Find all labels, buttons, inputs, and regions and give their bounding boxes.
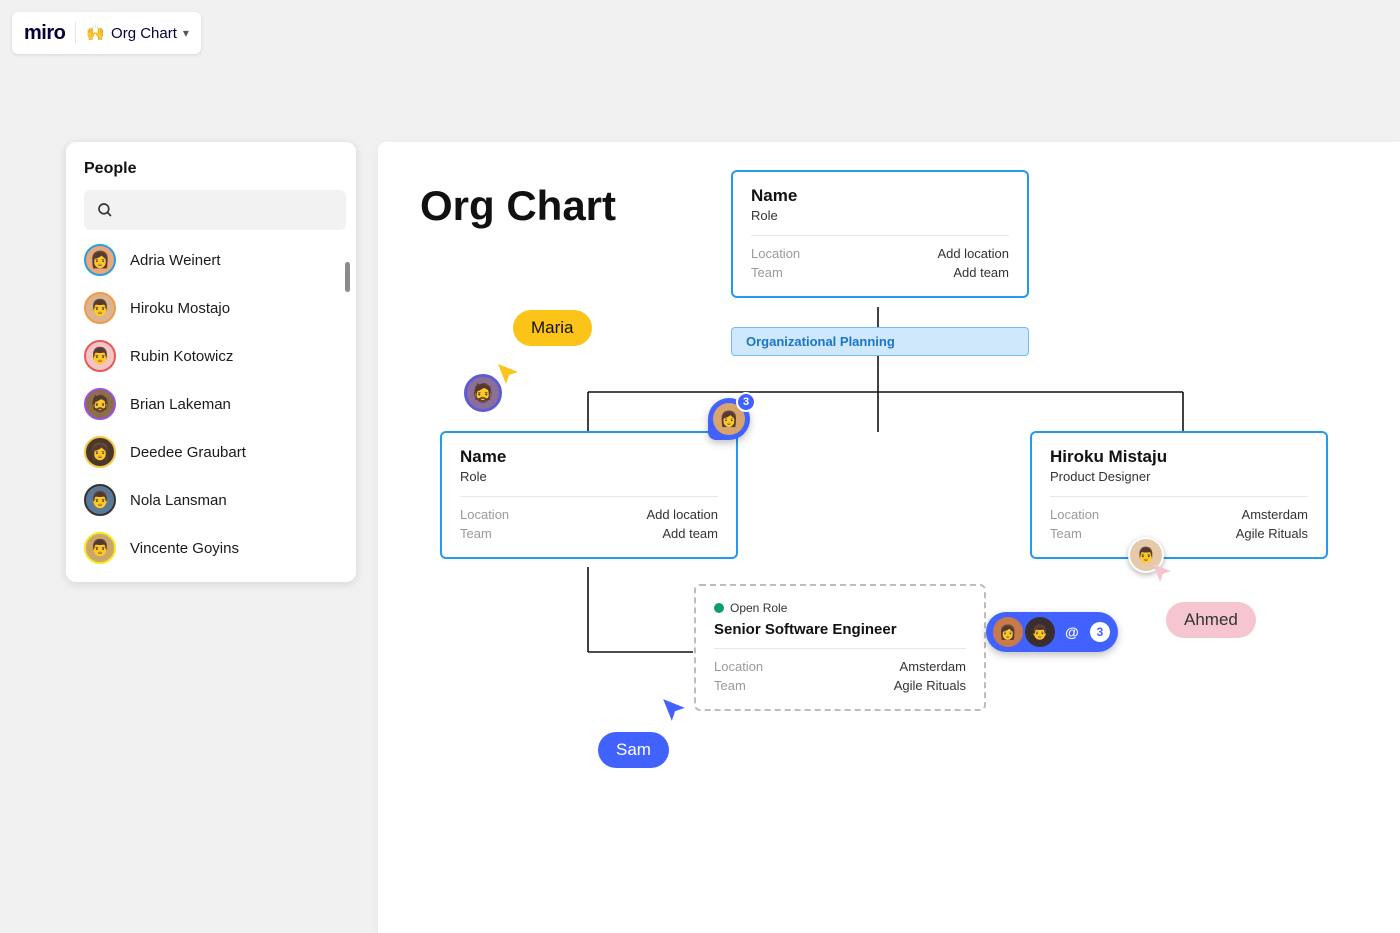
organizational-planning-chip[interactable]: Organizational Planning	[731, 327, 1029, 356]
org-card-location-row: Location Amsterdam	[714, 659, 966, 674]
header-divider	[75, 22, 76, 44]
org-card-name[interactable]: Name	[751, 186, 1009, 206]
person-row[interactable]: 👨 Nola Lansman	[84, 484, 346, 516]
org-card-name[interactable]: Name	[460, 447, 718, 467]
avatar: 👩	[84, 244, 116, 276]
person-name: Deedee Graubart	[130, 444, 246, 461]
search-icon	[96, 201, 114, 219]
org-card-location-value[interactable]: Amsterdam	[900, 659, 966, 674]
org-card-location-label: Location	[460, 507, 509, 522]
org-card-team-value[interactable]: Add team	[953, 265, 1009, 280]
org-card-team-row: Team Agile Rituals	[714, 678, 966, 693]
org-card-location-row: Location Add location	[751, 246, 1009, 261]
comment-author-avatar: 👩	[993, 617, 1023, 647]
open-role-badge: Open Role	[714, 601, 787, 615]
person-row[interactable]: 👩 Adria Weinert	[84, 244, 346, 276]
org-card-separator	[751, 235, 1009, 236]
scrollbar-thumb[interactable]	[345, 262, 350, 292]
org-card-role[interactable]: Role	[751, 208, 1009, 223]
cursor-pointer-icon	[661, 697, 687, 723]
open-role-label: Open Role	[730, 601, 787, 615]
cursor-pointer-icon	[1151, 562, 1173, 584]
org-card-team-label: Team	[460, 526, 492, 541]
board-emoji: 🙌	[86, 24, 105, 42]
org-card-name[interactable]: Hiroku Mistaju	[1050, 447, 1308, 467]
org-card-location-label: Location	[714, 659, 763, 674]
comment-author-avatar: 👨	[1025, 617, 1055, 647]
avatar: 👩	[84, 436, 116, 468]
people-list: 👩 Adria Weinert 👨 Hiroku Mostajo 👨 Rubin…	[84, 244, 346, 564]
canvas-title[interactable]: Org Chart	[420, 182, 616, 230]
open-role-dot-icon	[714, 603, 724, 613]
avatar: 👨	[84, 484, 116, 516]
org-card-location-value[interactable]: Add location	[937, 246, 1009, 261]
org-card-team-label: Team	[751, 265, 783, 280]
org-card-team-label: Team	[714, 678, 746, 693]
org-card-team-label: Team	[1050, 526, 1082, 541]
board-header: miro 🙌 Org Chart ▾	[12, 12, 201, 54]
org-card-title[interactable]: Senior Software Engineer	[714, 621, 966, 638]
mention-icon: @	[1057, 617, 1087, 647]
org-card-open-role[interactable]: Open Role Senior Software Engineer Locat…	[694, 584, 986, 711]
avatar: 🧔	[84, 388, 116, 420]
org-card-separator	[714, 648, 966, 649]
people-panel-title: People	[84, 160, 346, 178]
org-card-left[interactable]: Name Role Location Add location Team Add…	[440, 431, 738, 559]
org-card-role[interactable]: Role	[460, 469, 718, 484]
org-card-team-value[interactable]: Add team	[662, 526, 718, 541]
org-card-separator	[460, 496, 718, 497]
comment-count-badge: 3	[1090, 622, 1110, 642]
chevron-down-icon: ▾	[183, 26, 189, 40]
person-name: Adria Weinert	[130, 252, 221, 269]
people-panel: People 👩 Adria Weinert 👨 Hiroku Mostajo …	[66, 142, 356, 582]
org-card-team-value[interactable]: Agile Rituals	[1236, 526, 1308, 541]
avatar: 👨	[84, 532, 116, 564]
person-row[interactable]: 👨 Vincente Goyins	[84, 532, 346, 564]
org-card-team-row: Team Agile Rituals	[1050, 526, 1308, 541]
org-card-location-label: Location	[751, 246, 800, 261]
comment-thread-bubble[interactable]: 👩 3	[708, 398, 750, 440]
org-card-team-row: Team Add team	[751, 265, 1009, 280]
person-row[interactable]: 👩 Deedee Graubart	[84, 436, 346, 468]
person-row[interactable]: 👨 Hiroku Mostajo	[84, 292, 346, 324]
org-card-location-row: Location Add location	[460, 507, 718, 522]
avatar: 👨	[84, 292, 116, 324]
org-card-separator	[1050, 496, 1308, 497]
collaborator-cursor-sam: Sam	[598, 732, 669, 768]
org-card-right[interactable]: Hiroku Mistaju Product Designer Location…	[1030, 431, 1328, 559]
person-row[interactable]: 👨 Rubin Kotowicz	[84, 340, 346, 372]
person-name: Vincente Goyins	[130, 540, 239, 557]
comment-thread-group-bubble[interactable]: 👩 👨 @ 3	[986, 612, 1118, 652]
cursor-pointer-icon	[496, 362, 520, 386]
collaborator-cursor-maria: Maria	[513, 310, 592, 346]
board-name-text: Org Chart	[111, 25, 177, 42]
collaborator-cursor-ahmed: Ahmed	[1166, 602, 1256, 638]
comment-count-badge: 3	[736, 392, 756, 412]
org-card-location-value[interactable]: Amsterdam	[1242, 507, 1308, 522]
avatar: 👨	[84, 340, 116, 372]
person-name: Hiroku Mostajo	[130, 300, 230, 317]
org-card-location-label: Location	[1050, 507, 1099, 522]
person-name: Brian Lakeman	[130, 396, 231, 413]
org-card-team-value[interactable]: Agile Rituals	[894, 678, 966, 693]
org-card-location-row: Location Amsterdam	[1050, 507, 1308, 522]
org-card-root[interactable]: Name Role Location Add location Team Add…	[731, 170, 1029, 298]
person-name: Rubin Kotowicz	[130, 348, 233, 365]
people-search-input[interactable]	[84, 190, 346, 230]
board-canvas[interactable]: Org Chart Name Role Location Add locatio…	[378, 142, 1400, 933]
org-card-role[interactable]: Product Designer	[1050, 469, 1308, 484]
person-name: Nola Lansman	[130, 492, 227, 509]
miro-logo: miro	[24, 22, 65, 45]
person-row[interactable]: 🧔 Brian Lakeman	[84, 388, 346, 420]
board-title-dropdown[interactable]: 🙌 Org Chart ▾	[86, 24, 189, 42]
org-card-team-row: Team Add team	[460, 526, 718, 541]
org-card-location-value[interactable]: Add location	[646, 507, 718, 522]
